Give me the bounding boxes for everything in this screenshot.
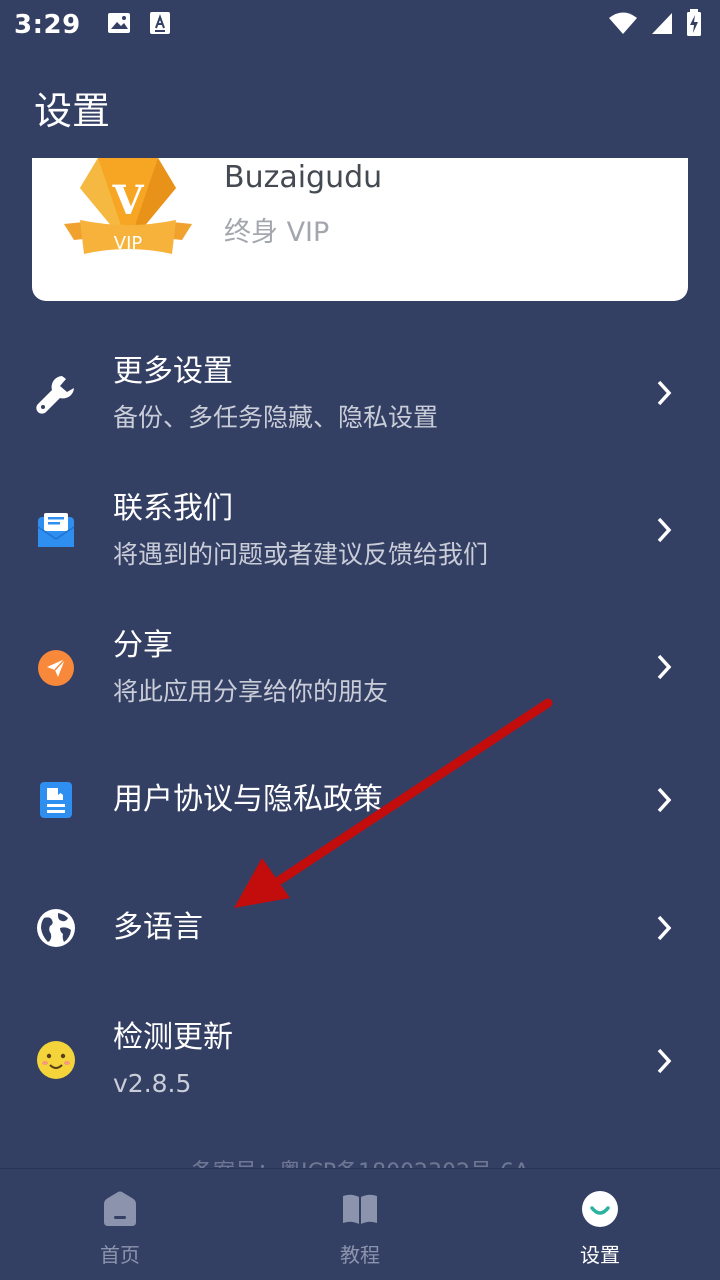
tab-settings[interactable]: 设置 xyxy=(480,1169,720,1280)
menu-title: 检测更新 xyxy=(113,1020,233,1055)
menu-item-user-agreement[interactable]: 用户协议与隐私政策 xyxy=(0,760,720,840)
profile-card[interactable]: V VIP Buzaigudu 终身 VIP xyxy=(32,158,688,301)
chevron-right-icon xyxy=(652,652,676,682)
wifi-icon xyxy=(608,11,638,39)
profile-username: Buzaigudu xyxy=(224,160,383,195)
menu-item-share[interactable]: 分享 将此应用分享给你的朋友 xyxy=(0,622,720,714)
status-bar: 3:29 xyxy=(0,0,720,50)
tab-label: 首页 xyxy=(100,1243,140,1267)
menu-title: 更多设置 xyxy=(113,354,233,389)
menu-item-contact-us[interactable]: 联系我们 将遇到的问题或者建议反馈给我们 xyxy=(0,485,720,577)
menu-text: 用户协议与隐私政策 xyxy=(113,780,383,820)
home-icon xyxy=(100,1189,140,1229)
bottom-tab-bar: 首页 教程 设置 xyxy=(0,1168,720,1280)
menu-subtitle: 备份、多任务隐藏、隐私设置 xyxy=(113,403,439,432)
book-icon xyxy=(340,1189,380,1229)
status-system-icons xyxy=(608,9,706,41)
menu-title: 用户协议与隐私政策 xyxy=(113,782,383,817)
profile-membership: 终身 VIP xyxy=(224,217,330,248)
menu-subtitle: v2.8.5 xyxy=(113,1069,192,1098)
chevron-right-icon xyxy=(652,378,676,408)
menu-subtitle: 将此应用分享给你的朋友 xyxy=(113,677,389,706)
status-notification-icons xyxy=(107,11,171,39)
menu-text: 检测更新 v2.8.5 xyxy=(113,1018,233,1102)
document-icon xyxy=(36,780,76,820)
vip-badge-letter: V xyxy=(111,177,144,224)
globe-icon xyxy=(36,908,76,948)
menu-title: 分享 xyxy=(113,628,173,663)
vip-badge-icon: V VIP xyxy=(62,158,194,262)
chevron-right-icon xyxy=(652,515,676,545)
tab-label: 教程 xyxy=(340,1243,380,1267)
chevron-right-icon xyxy=(652,1046,676,1076)
menu-item-language[interactable]: 多语言 xyxy=(0,888,720,968)
accessibility-notification-icon xyxy=(149,11,171,39)
page-title: 设置 xyxy=(34,89,111,133)
status-time: 3:29 xyxy=(14,10,81,40)
wrench-icon xyxy=(36,374,76,414)
menu-text: 分享 将此应用分享给你的朋友 xyxy=(113,626,388,710)
settings-smile-icon xyxy=(580,1189,620,1229)
image-notification-icon xyxy=(107,12,131,38)
tab-home[interactable]: 首页 xyxy=(0,1169,240,1280)
icp-record-text: 备案号：粤ICP备18002302号-6A xyxy=(0,1154,720,1168)
signal-icon xyxy=(650,11,674,39)
menu-title: 多语言 xyxy=(113,910,203,945)
battery-icon xyxy=(686,9,702,41)
share-icon xyxy=(36,648,76,688)
tab-tutorial[interactable]: 教程 xyxy=(240,1169,480,1280)
menu-item-more-settings[interactable]: 更多设置 备份、多任务隐藏、隐私设置 xyxy=(0,348,720,440)
vip-badge-text: VIP xyxy=(114,233,143,254)
chevron-right-icon xyxy=(652,785,676,815)
smiley-icon xyxy=(36,1040,76,1080)
menu-subtitle: 将遇到的问题或者建议反馈给我们 xyxy=(113,540,489,569)
menu-text: 联系我们 将遇到的问题或者建议反馈给我们 xyxy=(113,489,488,573)
menu-text: 更多设置 备份、多任务隐藏、隐私设置 xyxy=(113,352,438,436)
menu-text: 多语言 xyxy=(113,908,203,948)
menu-item-check-update[interactable]: 检测更新 v2.8.5 xyxy=(0,1014,720,1106)
menu-title: 联系我们 xyxy=(113,491,233,526)
mail-icon xyxy=(36,511,76,551)
tab-label: 设置 xyxy=(580,1243,620,1267)
chevron-right-icon xyxy=(652,913,676,943)
